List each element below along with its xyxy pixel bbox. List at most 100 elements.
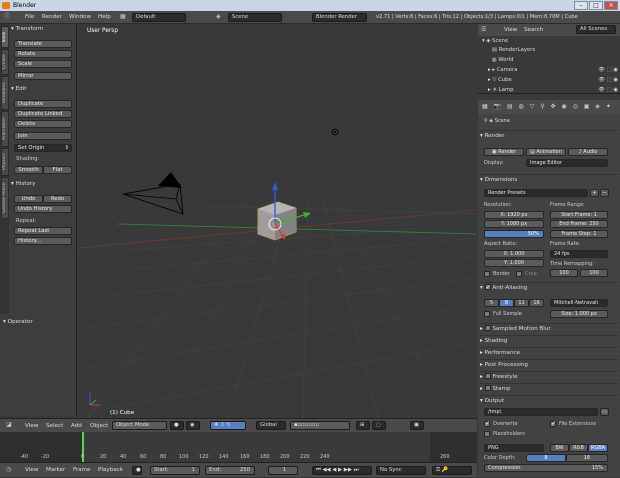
record-icon[interactable]: ● bbox=[132, 466, 142, 475]
full-sample-checkbox[interactable] bbox=[484, 311, 490, 317]
outliner-display-dropdown[interactable]: All Scenes bbox=[576, 25, 616, 34]
menu-view[interactable]: View bbox=[25, 419, 38, 433]
visibility-icons[interactable]: 👁 ⬚ ◉ bbox=[598, 86, 618, 95]
end-frame-property[interactable]: End Frame: 250 bbox=[550, 220, 608, 228]
menu-add[interactable]: Add bbox=[71, 419, 82, 433]
lamp-object[interactable] bbox=[331, 128, 339, 136]
pivot-point-icon[interactable]: ◉ bbox=[186, 421, 200, 430]
resolution-y-field[interactable]: Y: 1080 px bbox=[484, 220, 544, 228]
render-animation-button[interactable]: ▤ Animation bbox=[526, 148, 566, 156]
stamp-checkbox[interactable] bbox=[484, 385, 491, 391]
camera-object[interactable] bbox=[122, 172, 184, 215]
render-engine-dropdown[interactable]: Blender Render bbox=[312, 13, 367, 22]
color-rgb-button[interactable]: RGB bbox=[569, 444, 588, 452]
outliner-item-renderlayers[interactable]: ▤ RenderLayers bbox=[492, 46, 620, 55]
repeat-history-button[interactable]: History... bbox=[14, 237, 72, 245]
operator-panel-header[interactable]: ▾ Operator bbox=[3, 319, 33, 325]
repeat-last-button[interactable]: Repeat Last bbox=[14, 227, 72, 235]
start-frame-property[interactable]: Start Frame: 1 bbox=[550, 211, 608, 219]
close-window-button[interactable]: × bbox=[604, 1, 618, 10]
undo-history-button[interactable]: Undo History bbox=[14, 205, 72, 213]
menu-marker[interactable]: Marker bbox=[46, 463, 65, 478]
tab-create[interactable]: Create bbox=[1, 49, 9, 75]
file-extensions-checkbox[interactable] bbox=[550, 420, 556, 427]
aa-filter-size-field[interactable]: Size: 1.000 px bbox=[550, 310, 608, 318]
menu-outliner-search[interactable]: Search bbox=[524, 24, 543, 36]
keying-set-controls[interactable]: ⚿ 🔑 bbox=[432, 466, 472, 475]
time-remap-new-field[interactable]: 100 bbox=[580, 269, 608, 277]
remove-preset-icon[interactable]: − bbox=[600, 189, 609, 197]
menu-playback[interactable]: Playback bbox=[98, 463, 123, 478]
set-origin-dropdown[interactable]: Set Origin ⇕ bbox=[14, 144, 72, 152]
transform-panel-header[interactable]: ▾ Transform bbox=[11, 26, 43, 32]
render-panel-header[interactable]: ▾ Render bbox=[480, 130, 618, 140]
performance-panel-header[interactable]: ▸ Performance bbox=[480, 347, 618, 357]
shading-panel-header[interactable]: ▸ Shading bbox=[480, 335, 618, 345]
transform-orientation-dropdown[interactable]: Global bbox=[256, 421, 286, 430]
visibility-icons[interactable]: 👁 ⬚ ◉ bbox=[598, 66, 618, 75]
freestyle-checkbox[interactable] bbox=[484, 373, 491, 379]
layer-buttons[interactable]: ▪▫▫▫▫▫▫ bbox=[290, 421, 350, 430]
aspect-y-field[interactable]: Y: 1.000 bbox=[484, 259, 544, 267]
outliner-item-world[interactable]: ◍ World bbox=[492, 56, 620, 65]
frame-step-property[interactable]: Frame Step: 1 bbox=[550, 230, 608, 238]
timeline-area[interactable]: -40 -20 0 20 40 60 80 100 120 140 160 18… bbox=[0, 432, 477, 462]
menu-object[interactable]: Object bbox=[90, 419, 108, 433]
rotate-button[interactable]: Rotate bbox=[14, 50, 72, 58]
maximize-button[interactable]: □ bbox=[589, 1, 603, 10]
shade-smooth-button[interactable]: Smooth bbox=[14, 166, 43, 174]
undo-button[interactable]: Undo bbox=[14, 195, 43, 203]
viewport-shading-icon[interactable]: ● bbox=[170, 421, 184, 430]
snap-icon[interactable]: ⊞ bbox=[356, 421, 370, 430]
scene-icon[interactable]: ◈ bbox=[216, 13, 221, 21]
screen-layout-dropdown[interactable]: Default bbox=[132, 13, 186, 22]
editor-type-icon[interactable]: ◪ bbox=[6, 421, 12, 429]
interaction-mode-dropdown[interactable]: Object Mode bbox=[112, 421, 167, 430]
menu-timeline-view[interactable]: View bbox=[25, 463, 38, 478]
render-preview-icon[interactable]: ▣ bbox=[410, 421, 424, 430]
3d-viewport[interactable] bbox=[78, 24, 477, 418]
viewport-scene[interactable] bbox=[78, 24, 477, 418]
render-presets-dropdown[interactable]: Render Presets bbox=[484, 189, 588, 197]
delete-button[interactable]: Delete bbox=[14, 120, 72, 128]
sync-mode-dropdown[interactable]: No Sync bbox=[376, 466, 426, 475]
scene-dropdown[interactable]: Scene bbox=[228, 13, 282, 22]
render-display-dropdown[interactable]: Image Editor bbox=[526, 159, 608, 167]
menu-select[interactable]: Select bbox=[46, 419, 63, 433]
outliner-item-scene[interactable]: ▾ ◈ Scene bbox=[482, 37, 618, 46]
aa-samples-5[interactable]: 5 bbox=[484, 299, 499, 307]
output-panel-header[interactable]: ▾ Output bbox=[480, 395, 618, 405]
history-panel-header[interactable]: ▾ History bbox=[11, 181, 36, 187]
properties-context-tabs[interactable]: ▦ 📷 ▤ ◍ ▽ ⚲ ✥ ◉ ◎ ▣ ◈ ✦ bbox=[482, 103, 613, 111]
post-processing-panel-header[interactable]: ▸ Post Processing bbox=[480, 359, 618, 369]
playback-controls[interactable]: ⏮ ◀◀ ◀ ▶ ▶▶ ⏭ bbox=[312, 466, 372, 475]
scale-button[interactable]: Scale bbox=[14, 60, 72, 68]
sampled-motion-blur-panel-header[interactable]: ▸ Sampled Motion Blur bbox=[480, 323, 618, 333]
color-bw-button[interactable]: BW bbox=[550, 444, 569, 452]
anti-aliasing-panel-header[interactable]: ▾ Anti-Aliasing bbox=[480, 282, 618, 293]
resolution-x-field[interactable]: X: 1920 px bbox=[484, 211, 544, 219]
minimize-button[interactable]: – bbox=[574, 1, 588, 10]
tab-relations[interactable]: Relations bbox=[1, 76, 9, 110]
duplicate-linked-button[interactable]: Duplicate Linked bbox=[14, 110, 72, 118]
output-path-field[interactable]: /tmp\ bbox=[484, 408, 598, 416]
screen-layout-icon[interactable]: ▦ bbox=[120, 13, 126, 21]
translate-button[interactable]: Translate bbox=[14, 40, 72, 48]
crop-checkbox[interactable] bbox=[516, 271, 522, 277]
aa-samples-16[interactable]: 16 bbox=[529, 299, 544, 307]
outliner-editor-icon[interactable]: ☰ bbox=[481, 26, 486, 34]
color-rgba-button[interactable]: RGBA bbox=[588, 444, 608, 452]
tab-animation[interactable]: Animation bbox=[1, 111, 9, 147]
tab-tools[interactable]: Tools bbox=[1, 26, 9, 48]
menu-frame[interactable]: Frame bbox=[73, 463, 90, 478]
frame-rate-dropdown[interactable]: 24 fps bbox=[550, 250, 608, 258]
outliner-item-camera[interactable]: ▸ ▸ Camera 👁 ⬚ ◉ bbox=[488, 66, 620, 75]
resolution-percentage-slider[interactable]: 50% bbox=[484, 230, 544, 238]
add-preset-icon[interactable]: + bbox=[590, 189, 599, 197]
shade-flat-button[interactable]: Flat bbox=[43, 166, 72, 174]
timeline-editor-icon[interactable]: ◷ bbox=[6, 466, 11, 474]
render-still-button[interactable]: ▣ Render bbox=[484, 148, 524, 156]
end-frame-field[interactable]: End: 250 bbox=[205, 466, 255, 475]
render-audio-button[interactable]: ♪ Audio bbox=[568, 148, 608, 156]
tab-grease-pencil[interactable]: Grease Pencil bbox=[1, 177, 9, 219]
